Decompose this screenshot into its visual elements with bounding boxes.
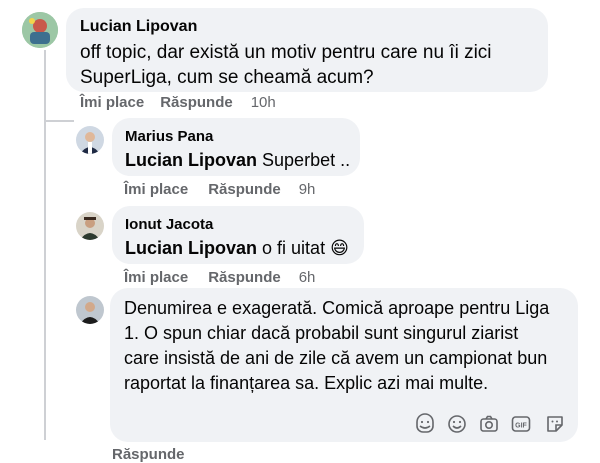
gif-icon[interactable]: GIF [510,413,532,435]
reply-text-line: raportat la finanțarea sa. Explic azi ma… [124,373,489,393]
comment-bubble: Ionut Jacota Lucian Lipovan o fi uitat 😄 [112,206,364,264]
comment-actions: Îmi place Răspunde 10h [80,94,276,111]
reply-text-line: Denumirea e exagerată. Comică aproape pe… [124,298,550,318]
like-button[interactable]: Îmi place [124,181,188,198]
mention-link[interactable]: Lucian Lipovan [125,238,257,258]
comment-text: Lucian Lipovan o fi uitat 😄 [125,236,349,261]
comment-text-line: off topic, dar există un motiv pentru ca… [80,42,492,63]
avatar[interactable] [76,126,104,154]
emoji-icon[interactable] [446,413,468,435]
gif-label: GIF [515,423,527,430]
avatar[interactable] [76,212,104,240]
thread-line-branch [44,120,74,122]
reply-link-partial[interactable]: Răspunde [112,446,185,463]
comment-time[interactable]: 6h [299,269,316,286]
like-button[interactable]: Îmi place [80,94,144,111]
comment-text: Lucian Lipovan Superbet .. [125,148,350,173]
current-user-avatar[interactable] [76,296,104,324]
reply-button[interactable]: Răspunde [160,94,233,111]
comment-bubble: Lucian Lipovan off topic, dar există un … [66,8,548,92]
reply-input[interactable]: Denumirea e exagerată. Comică aproape pe… [110,288,578,442]
comment-bubble: Marius Pana Lucian Lipovan Superbet .. [112,118,360,176]
camera-icon[interactable] [478,413,500,435]
thread-line [44,50,46,440]
comment-author[interactable]: Marius Pana [125,128,213,145]
like-button[interactable]: Îmi place [124,269,188,286]
reply-text-line: 1. O spun chiar dacă probabil sunt singu… [124,323,519,343]
avatar[interactable] [22,12,58,48]
sticker-icon[interactable] [544,413,566,435]
comment-actions: Îmi place Răspunde 6h [124,269,315,286]
reply-text-line: care insistă de ani de zile că avem un c… [124,348,548,368]
mention-link[interactable]: Lucian Lipovan [125,150,257,170]
comment-author[interactable]: Lucian Lipovan [80,18,197,36]
comment-text-line: SuperLiga, cum se cheamă acum? [80,67,374,88]
reply-button[interactable]: Răspunde [208,181,281,198]
comment-time[interactable]: 9h [299,181,316,198]
comment-time[interactable]: 10h [251,94,276,111]
reply-button[interactable]: Răspunde [208,269,281,286]
comment-author[interactable]: Ionut Jacota [125,216,213,233]
comment-actions: Îmi place Răspunde 9h [124,181,315,198]
comment-body: Superbet .. [262,150,351,170]
sticker-face-icon[interactable] [414,413,436,435]
comment-body: o fi uitat 😄 [262,238,349,258]
